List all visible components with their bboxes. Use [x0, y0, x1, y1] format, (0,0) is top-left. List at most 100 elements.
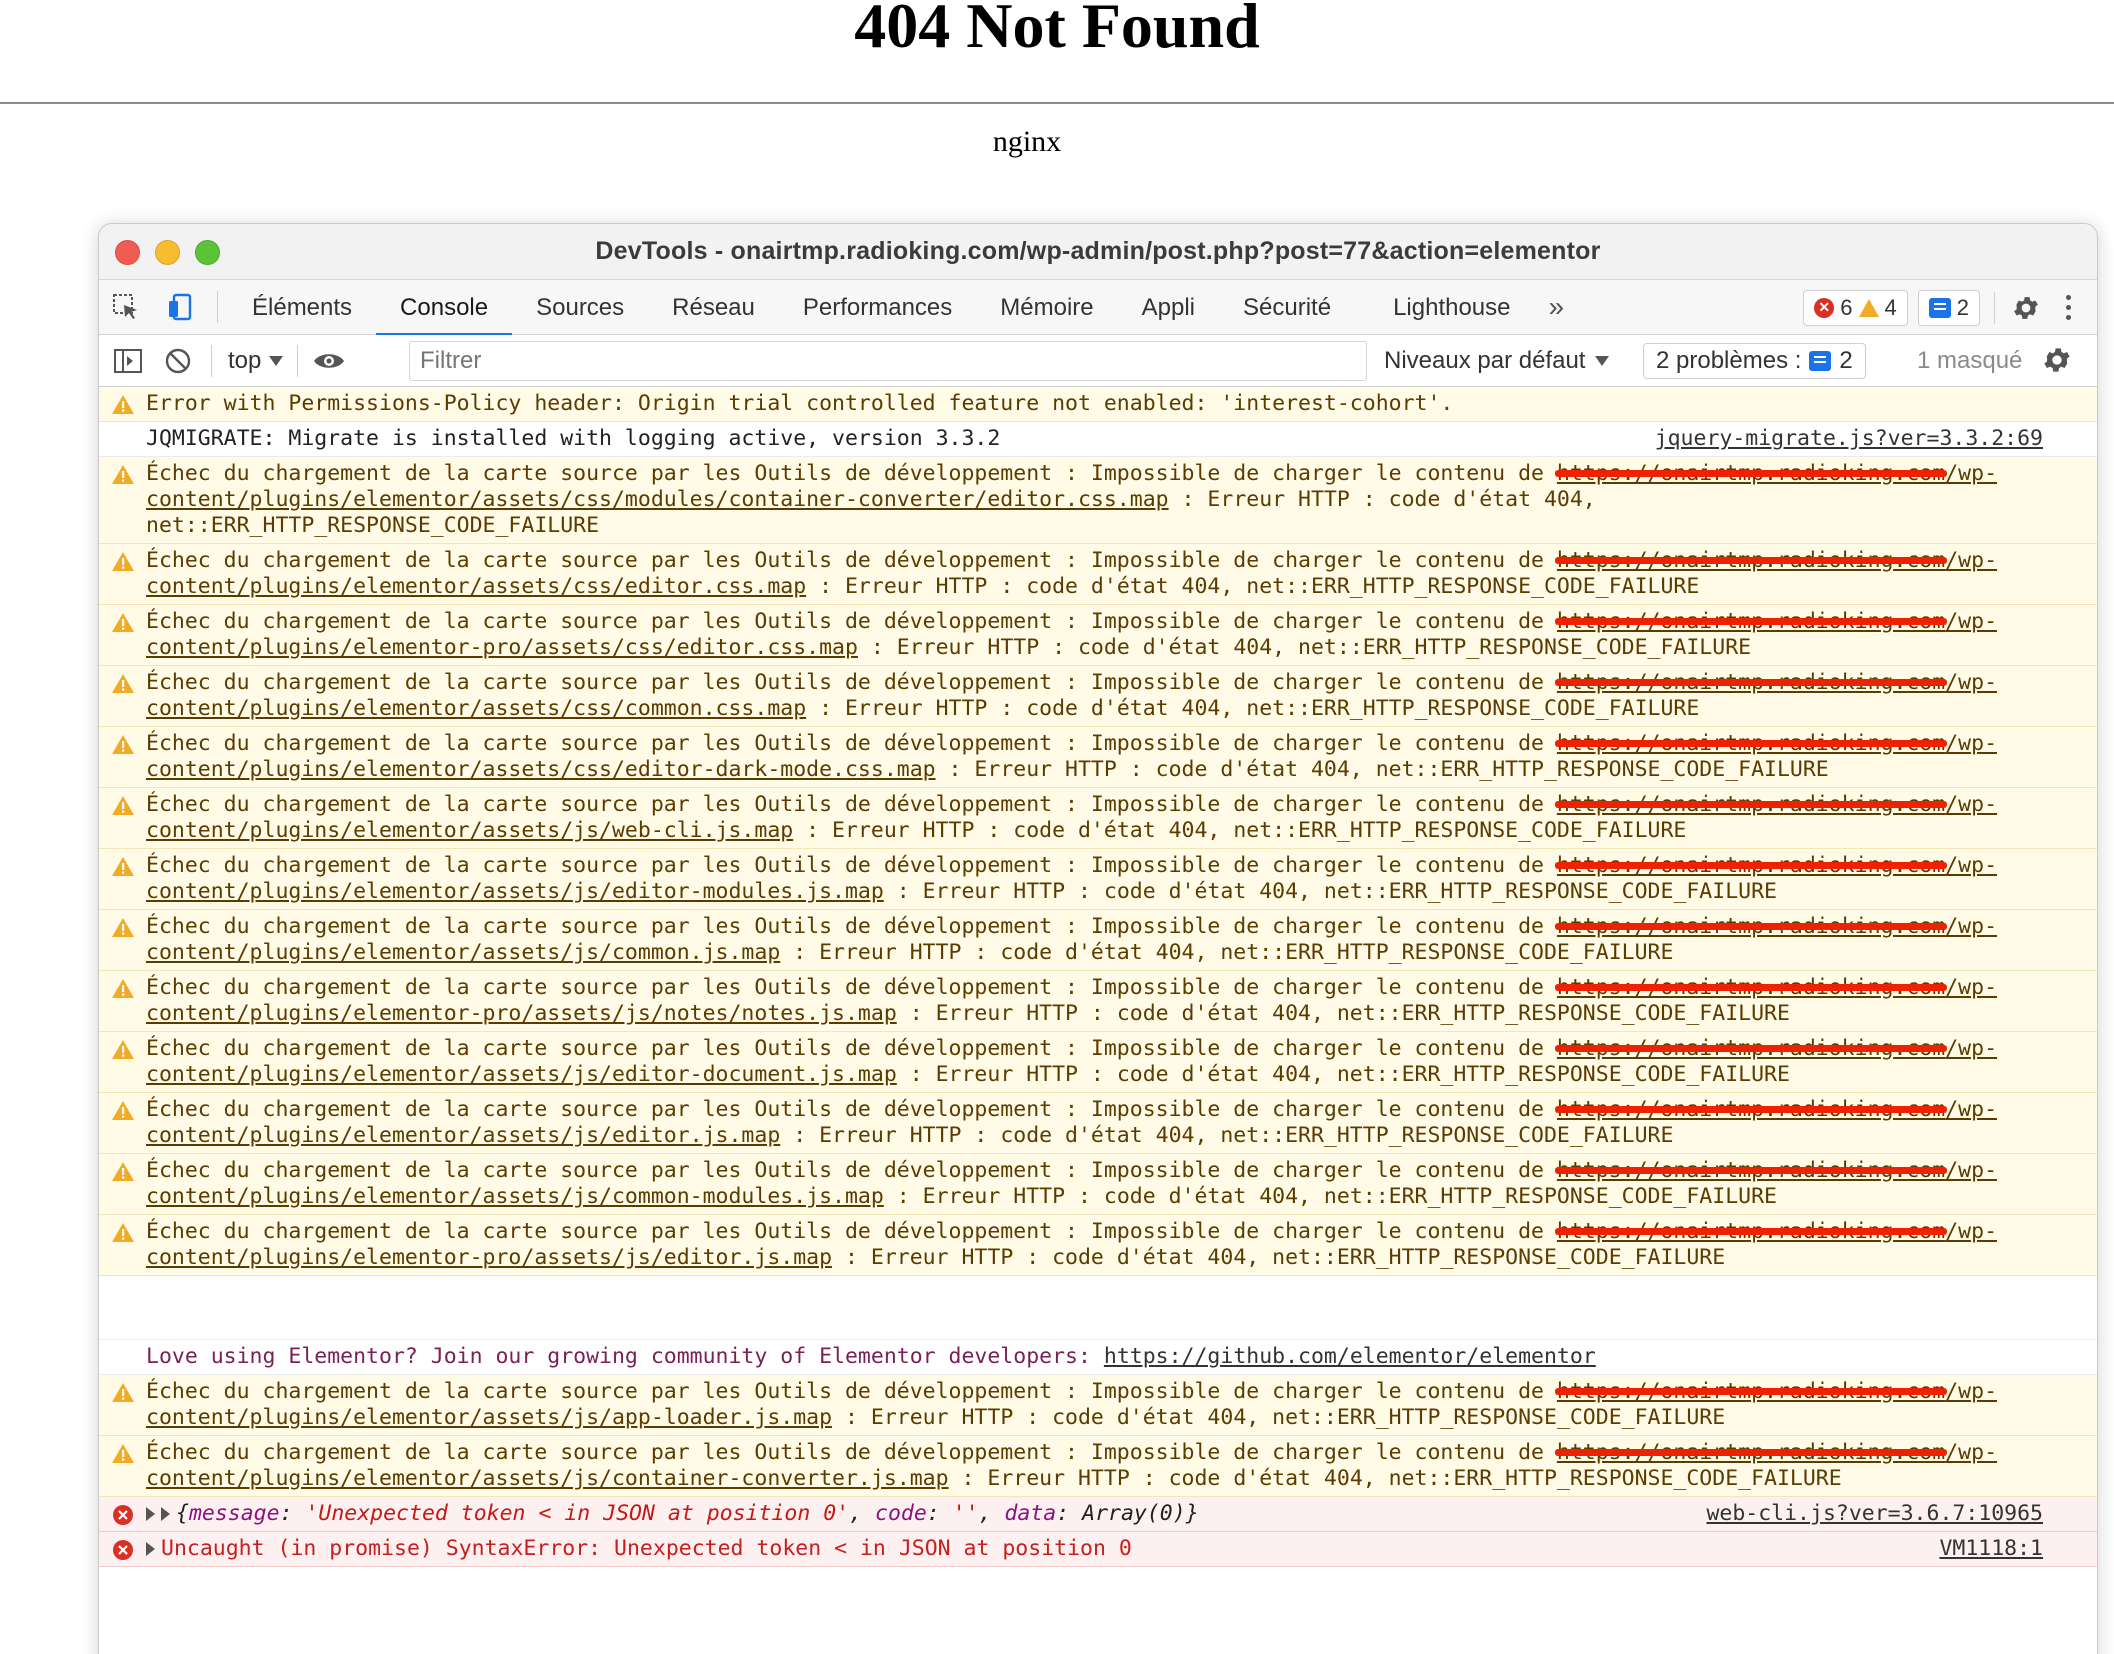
sourcemap-url[interactable]: content/plugins/elementor/assets/js/edit…	[146, 1062, 897, 1087]
redacted-url[interactable]: https://onairtmp.radioking.com	[1557, 609, 1945, 634]
context-selector[interactable]: top	[220, 347, 291, 375]
warning-text: : Erreur HTTP : code d'état 404, net::ER…	[780, 940, 1674, 965]
redacted-url[interactable]: https://onairtmp.radioking.com	[1557, 975, 1945, 1000]
expand-arrow-icon[interactable]	[146, 1542, 155, 1556]
expand-arrow-icon[interactable]	[161, 1507, 170, 1521]
redacted-url[interactable]: https://onairtmp.radioking.com	[1557, 670, 1945, 695]
tab-sources[interactable]: Sources	[512, 280, 648, 335]
tab-security[interactable]: Sécurité	[1219, 280, 1355, 335]
warning-icon	[112, 465, 134, 484]
tab-console[interactable]: Console	[376, 280, 513, 336]
sourcemap-url-head[interactable]: /wp-	[1945, 853, 1997, 878]
message-counter[interactable]: 2	[1917, 289, 1980, 326]
window-titlebar[interactable]: DevTools - onairtmp.radioking.com/wp-adm…	[99, 224, 2097, 280]
sidebar-toggle-icon[interactable]	[103, 335, 153, 387]
window-maximize-button[interactable]	[195, 240, 220, 265]
sourcemap-url-head[interactable]: /wp-	[1945, 1097, 1997, 1122]
sourcemap-url[interactable]: content/plugins/elementor/assets/css/edi…	[146, 757, 936, 782]
issues-button[interactable]: 2 problèmes : 2	[1643, 343, 1866, 379]
live-expression-eye-icon[interactable]	[304, 335, 354, 387]
sourcemap-url[interactable]: content/plugins/elementor/assets/css/mod…	[146, 487, 1169, 512]
console-settings-gear-icon[interactable]	[2041, 344, 2073, 381]
source-link[interactable]: VM1118:1	[1939, 1536, 2043, 1562]
sourcemap-url-head[interactable]: /wp-	[1945, 1036, 1997, 1061]
warning-text: Échec du chargement de la carte source p…	[146, 731, 1557, 756]
sourcemap-url[interactable]: content/plugins/elementor/assets/js/comm…	[146, 1184, 884, 1209]
redacted-url[interactable]: https://onairtmp.radioking.com	[1557, 731, 1945, 756]
warning-text: : Erreur HTTP : code d'état 404, net::ER…	[883, 1184, 1777, 1209]
device-toolbar-icon[interactable]	[153, 280, 207, 335]
warning-text: Échec du chargement de la carte source p…	[146, 1219, 1557, 1244]
warning-text: : Erreur HTTP : code d'état 404, net::ER…	[935, 757, 1829, 782]
console-warning: Échec du chargement de la carte source p…	[99, 971, 2097, 1032]
devtools-tabbar: Éléments Console Sources Réseau Performa…	[99, 280, 2097, 336]
clear-console-icon[interactable]	[153, 335, 203, 387]
sourcemap-url-head[interactable]: /wp-	[1945, 1219, 1997, 1244]
filter-input[interactable]	[409, 341, 1367, 381]
redacted-url[interactable]: https://onairtmp.radioking.com	[1557, 1219, 1945, 1244]
sourcemap-url[interactable]: content/plugins/elementor-pro/assets/js/…	[146, 1001, 897, 1026]
warning-icon	[112, 1444, 134, 1463]
sourcemap-url[interactable]: content/plugins/elementor/assets/js/app-…	[146, 1405, 832, 1430]
warning-icon	[112, 613, 134, 632]
warning-text: : Erreur HTTP : code d'état 404, net::ER…	[948, 1466, 1842, 1491]
warning-text: : Erreur HTTP : code d'état 404, net::ER…	[780, 1123, 1674, 1148]
sourcemap-url[interactable]: content/plugins/elementor/assets/js/cont…	[146, 1466, 949, 1491]
expand-arrow-icon[interactable]	[146, 1507, 155, 1521]
sourcemap-url[interactable]: content/plugins/elementor/assets/css/com…	[146, 696, 806, 721]
sourcemap-url[interactable]: content/plugins/elementor/assets/css/edi…	[146, 574, 806, 599]
tab-elements[interactable]: Éléments	[228, 280, 376, 335]
sourcemap-url[interactable]: content/plugins/elementor/assets/js/web-…	[146, 818, 793, 843]
tab-lighthouse[interactable]: Lighthouse	[1355, 280, 1534, 335]
redacted-url[interactable]: https://onairtmp.radioking.com	[1557, 1097, 1945, 1122]
sourcemap-url[interactable]: content/plugins/elementor/assets/js/edit…	[146, 1123, 780, 1148]
redacted-url[interactable]: https://onairtmp.radioking.com	[1557, 792, 1945, 817]
console-warning: Échec du chargement de la carte source p…	[99, 1093, 2097, 1154]
more-options-icon[interactable]	[2053, 295, 2083, 320]
more-tabs-icon[interactable]: »	[1535, 291, 1579, 323]
promo-link[interactable]: https://github.com/elementor/elementor	[1104, 1344, 1596, 1369]
settings-gear-icon[interactable]	[2009, 291, 2043, 325]
tab-memory[interactable]: Mémoire	[976, 280, 1117, 335]
source-link[interactable]: web-cli.js?ver=3.6.7:10965	[1706, 1501, 2043, 1527]
sourcemap-url-head[interactable]: /wp-	[1945, 670, 1997, 695]
redacted-url[interactable]: https://onairtmp.radioking.com	[1557, 1379, 1945, 1404]
tab-application[interactable]: Appli	[1118, 280, 1219, 335]
console-warning: Échec du chargement de la carte source p…	[99, 605, 2097, 666]
console-warning: Échec du chargement de la carte source p…	[99, 1436, 2097, 1497]
warning-text: : Erreur HTTP : code d'état 404, net::ER…	[793, 818, 1687, 843]
hidden-messages-count: 1 masqué	[1917, 347, 2023, 374]
sourcemap-url[interactable]: content/plugins/elementor-pro/assets/css…	[146, 635, 858, 660]
redacted-url[interactable]: https://onairtmp.radioking.com	[1557, 548, 1945, 573]
sourcemap-url-head[interactable]: /wp-	[1945, 1440, 1997, 1465]
sourcemap-url-head[interactable]: /wp-	[1945, 1379, 1997, 1404]
redacted-url[interactable]: https://onairtmp.radioking.com	[1557, 853, 1945, 878]
window-title: DevTools - onairtmp.radioking.com/wp-adm…	[595, 237, 1601, 265]
sourcemap-url-head[interactable]: /wp-	[1945, 914, 1997, 939]
warning-text: Échec du chargement de la carte source p…	[146, 1440, 1557, 1465]
sourcemap-url-head[interactable]: /wp-	[1945, 975, 1997, 1000]
sourcemap-url[interactable]: content/plugins/elementor/assets/js/edit…	[146, 879, 884, 904]
sourcemap-url[interactable]: content/plugins/elementor/assets/js/comm…	[146, 940, 780, 965]
source-link[interactable]: jquery-migrate.js?ver=3.3.2:69	[1655, 426, 2043, 452]
window-minimize-button[interactable]	[155, 240, 180, 265]
page-divider	[0, 102, 2114, 104]
redacted-url[interactable]: https://onairtmp.radioking.com	[1557, 914, 1945, 939]
inspect-element-icon[interactable]	[99, 280, 153, 335]
sourcemap-url-head[interactable]: /wp-	[1945, 792, 1997, 817]
sourcemap-url[interactable]: content/plugins/elementor-pro/assets/js/…	[146, 1245, 832, 1270]
issue-counter[interactable]: ✕ 6 4	[1803, 289, 1908, 326]
sourcemap-url-head[interactable]: /wp-	[1945, 609, 1997, 634]
redacted-url[interactable]: https://onairtmp.radioking.com	[1557, 1440, 1945, 1465]
sourcemap-url-head[interactable]: /wp-	[1945, 731, 1997, 756]
redacted-url[interactable]: https://onairtmp.radioking.com	[1557, 1158, 1945, 1183]
log-levels-dropdown[interactable]: Niveaux par défaut	[1384, 335, 1610, 387]
sourcemap-url-head[interactable]: /wp-	[1945, 461, 1997, 486]
sourcemap-url-head[interactable]: /wp-	[1945, 548, 1997, 573]
window-close-button[interactable]	[115, 240, 140, 265]
tab-network[interactable]: Réseau	[648, 280, 779, 335]
sourcemap-url-head[interactable]: /wp-	[1945, 1158, 1997, 1183]
redacted-url[interactable]: https://onairtmp.radioking.com	[1557, 1036, 1945, 1061]
redacted-url[interactable]: https://onairtmp.radioking.com	[1557, 461, 1945, 486]
tab-performance[interactable]: Performances	[779, 280, 976, 335]
